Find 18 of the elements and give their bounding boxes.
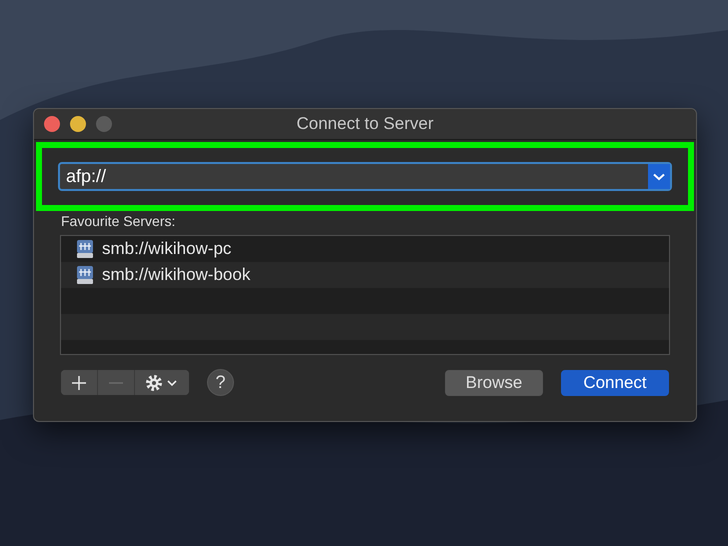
- server-drive-icon: [76, 265, 94, 285]
- connect-button[interactable]: Connect: [561, 370, 669, 396]
- help-button[interactable]: ?: [207, 369, 234, 396]
- minimize-button[interactable]: [70, 116, 86, 132]
- minus-icon: [108, 380, 124, 384]
- server-row[interactable]: smb://wikihow-book: [61, 262, 669, 288]
- favourites-label: Favourite Servers:: [61, 213, 176, 229]
- chevron-down-icon: [653, 172, 665, 180]
- server-drive-icon: [76, 239, 94, 259]
- address-input[interactable]: afp://: [60, 164, 648, 189]
- close-button[interactable]: [44, 116, 60, 132]
- address-combo-field[interactable]: afp://: [58, 162, 672, 191]
- gear-caret-icon: [145, 374, 179, 392]
- plus-icon: [71, 374, 87, 390]
- dropdown-button[interactable]: [648, 164, 670, 189]
- add-button[interactable]: [61, 370, 98, 395]
- window-title: Connect to Server: [296, 114, 434, 134]
- browse-button[interactable]: Browse: [445, 370, 543, 396]
